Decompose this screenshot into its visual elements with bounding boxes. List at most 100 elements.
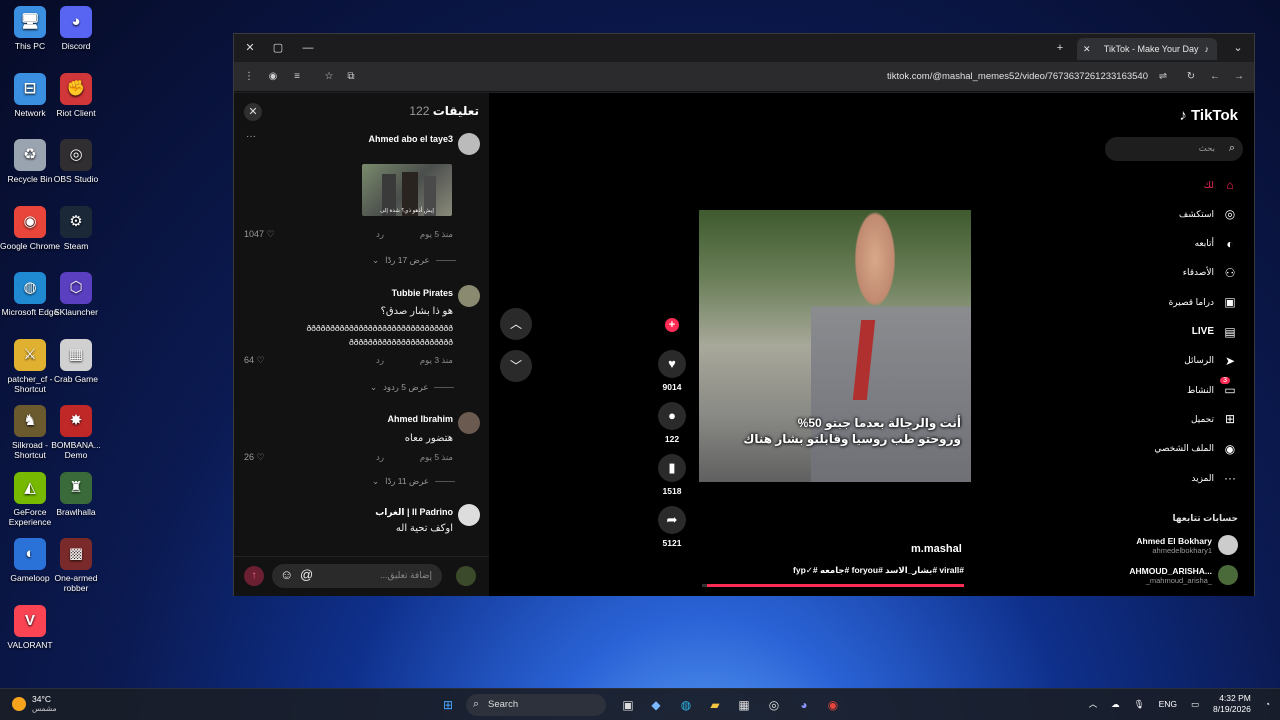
minimize-icon[interactable]: — xyxy=(300,40,316,56)
comment-like[interactable]: 26 ♡ xyxy=(244,452,265,463)
sidebar-item-home[interactable]: ⌂ لك xyxy=(1204,178,1238,192)
obs-icon[interactable]: ◎ xyxy=(764,695,784,715)
save-button[interactable]: ▮ 1518 xyxy=(657,454,687,496)
desktop-icon[interactable]: ⚙ Steam xyxy=(46,205,106,251)
comment-input[interactable]: ☺ @ إضافة تعليق... xyxy=(272,564,442,588)
reading-list-icon[interactable]: ≡ xyxy=(290,70,304,84)
comment-like[interactable]: 64 ♡ xyxy=(244,355,265,366)
comment-user[interactable]: الغراب | Il Padrino xyxy=(375,507,453,518)
following-item[interactable]: Ahmed El Bokhary ahmedelbokhary1 xyxy=(1136,535,1238,555)
following-item[interactable]: AHMOUD_ARISHA... _mahmoud_arisha_ xyxy=(1129,565,1238,585)
desktop-icon[interactable]: ▦ Crab Game xyxy=(46,338,106,384)
comment-image[interactable]: إيش أذهو ذي؟ شدة إلى xyxy=(362,164,452,216)
file-explorer-icon[interactable]: ▰ xyxy=(705,695,725,715)
back-icon[interactable]: ← xyxy=(1208,70,1222,84)
desktop-icon[interactable]: ✊ Riot Client xyxy=(46,72,106,118)
reply-button[interactable]: رد xyxy=(376,452,384,463)
tiktok-logo[interactable]: ♪ TikTok xyxy=(1179,107,1238,124)
tab-search-icon[interactable]: ⌄ xyxy=(1230,40,1246,56)
comment-button[interactable]: ● 122 xyxy=(657,402,687,444)
comments-title-text: تعليقات xyxy=(432,104,479,118)
search-input[interactable]: ⌕ بحث xyxy=(1105,137,1243,161)
previous-video-button[interactable]: ︿ xyxy=(500,308,532,340)
avatar[interactable] xyxy=(458,285,480,307)
comment-user[interactable]: Ahmed Ibrahim xyxy=(387,414,453,424)
url-field[interactable]: tiktok.com/@mashal_memes52/video/7673637… xyxy=(887,71,1148,82)
discord-icon[interactable]: ◕ xyxy=(794,695,814,715)
share-button[interactable]: ➦ 5121 xyxy=(657,506,687,548)
store-icon[interactable]: ▦ xyxy=(734,695,754,715)
view-replies[interactable]: عرض 17 ردًا ⌄ xyxy=(372,255,456,266)
cloud-icon[interactable]: ☁ xyxy=(1111,699,1120,710)
chevron-down-icon: ⌄ xyxy=(372,476,380,486)
sidebar-item-drama[interactable]: ▣ دراما قصيرة xyxy=(1169,295,1238,309)
bookmark-star-icon[interactable]: ☆ xyxy=(322,70,336,84)
sidebar-item-upload[interactable]: ⊞ تحميل xyxy=(1191,412,1238,426)
comment-time: منذ 5 يوم xyxy=(419,229,453,239)
task-view-icon[interactable]: ▣ xyxy=(618,695,638,715)
chrome-icon[interactable]: ◉ xyxy=(823,695,843,715)
desktop-icon[interactable]: ✸ BOMBANA... Demo xyxy=(46,405,106,460)
reply-button[interactable]: رد xyxy=(376,229,384,240)
view-replies[interactable]: عرض 11 ردًا ⌄ xyxy=(372,476,455,487)
notification-bell-icon[interactable]: ◔ xyxy=(1265,699,1270,709)
next-video-button[interactable]: ﹀ xyxy=(500,350,532,382)
avatar[interactable] xyxy=(458,133,480,155)
menu-dots-icon[interactable]: ⋮ xyxy=(242,70,256,84)
edge-icon[interactable]: ◍ xyxy=(676,695,696,715)
tab-tiktok[interactable]: ✕ TikTok - Make Your Day ♪ xyxy=(1077,38,1217,60)
network-icon[interactable]: ▭ xyxy=(1191,699,1199,710)
chevron-up-icon[interactable]: ︿ xyxy=(1089,698,1098,710)
weather-widget[interactable]: 34°C مشمس xyxy=(12,694,57,714)
caption-line: أنت والرجالة بعدما جبتو 50% xyxy=(797,416,961,430)
video-progress-bar[interactable] xyxy=(702,584,964,587)
video-author[interactable]: m.mashal xyxy=(911,543,962,555)
clock[interactable]: 4:32 PM 8/19/2026 xyxy=(1213,693,1251,715)
mention-icon[interactable]: @ xyxy=(300,567,313,582)
widgets-icon[interactable]: ◆ xyxy=(646,695,666,715)
sidebar-item-profile[interactable]: ◉ الملف الشخصي xyxy=(1154,442,1238,456)
sidebar-item-friends[interactable]: ⚇ الأصدقاء xyxy=(1183,266,1238,280)
profile-icon[interactable]: ◉ xyxy=(266,70,280,84)
emoji-icon[interactable]: ☺ xyxy=(280,567,293,582)
like-button[interactable]: ♥ 9014 xyxy=(657,350,687,392)
sidebar-item-more[interactable]: ··· المزيد xyxy=(1191,471,1238,485)
sidebar-item-compass[interactable]: ◎ استكشف xyxy=(1179,207,1238,221)
start-icon[interactable]: ⊞ xyxy=(438,695,458,715)
close-window-icon[interactable]: ✕ xyxy=(242,40,258,56)
desktop-icon[interactable]: ⬡ SKlauncher xyxy=(46,272,106,317)
following-handle: ahmedelbokhary1 xyxy=(1152,545,1212,555)
video-hashtags[interactable]: #virall #بشار_الاسد #foryou #جامعه #✓fyp xyxy=(782,565,964,576)
maximize-icon[interactable]: ▢ xyxy=(270,40,286,56)
comment-like[interactable]: 1047 ♡ xyxy=(244,229,275,240)
desktop-icon[interactable]: ◕ Discord xyxy=(46,6,106,51)
comment-user[interactable]: Tubbie Pirates xyxy=(392,288,453,298)
more-options-icon[interactable]: ··· xyxy=(246,131,256,142)
sidebar-item-following[interactable]: ◐ أتابعه xyxy=(1195,237,1238,251)
reload-icon[interactable]: ↻ xyxy=(1184,70,1198,84)
tab-close-icon[interactable]: ✕ xyxy=(1083,44,1091,55)
comment-user[interactable]: Ahmed abo el taye3 xyxy=(368,134,453,144)
sidebar-item-activity[interactable]: ▭ النشاط 3 xyxy=(1187,377,1238,397)
language-indicator[interactable]: ENG xyxy=(1159,699,1177,709)
send-icon[interactable]: ↑ xyxy=(244,566,264,586)
extensions-icon[interactable]: ⧉ xyxy=(344,70,358,84)
desktop-icon[interactable]: V VALORANT xyxy=(0,604,60,650)
microphone-icon[interactable]: 🎙 xyxy=(1134,699,1145,710)
close-comments-icon[interactable]: ✕ xyxy=(244,103,262,121)
avatar[interactable] xyxy=(458,412,480,434)
site-settings-icon[interactable]: ⇌ xyxy=(1156,70,1170,84)
follow-button[interactable]: + xyxy=(657,318,687,332)
desktop-icon[interactable]: ♜ Brawlhalla xyxy=(46,471,106,517)
sidebar-item-messages[interactable]: ➤ الرسائل xyxy=(1184,354,1238,368)
sidebar-item-live[interactable]: ▤ LIVE xyxy=(1192,325,1238,339)
forward-icon[interactable]: → xyxy=(1232,70,1246,84)
desktop-icon[interactable]: ▩ One-armed robber xyxy=(46,538,106,593)
view-replies[interactable]: عرض 5 ردود ⌄ xyxy=(370,382,455,393)
video-player[interactable]: أنت والرجالة بعدما جبتو 50% وروحتو طب رو… xyxy=(699,210,971,482)
reply-button[interactable]: رد xyxy=(376,355,384,366)
new-tab-icon[interactable]: + xyxy=(1052,40,1068,56)
desktop-icon[interactable]: ◎ OBS Studio xyxy=(46,139,106,184)
taskbar-search[interactable]: ⌕ Search xyxy=(466,694,606,716)
avatar[interactable] xyxy=(458,504,480,526)
